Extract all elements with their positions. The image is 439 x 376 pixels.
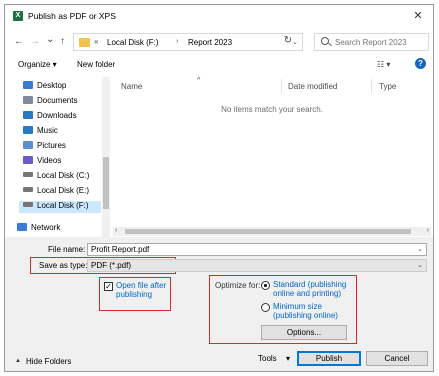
breadcrumb-separator[interactable]: › <box>176 38 178 45</box>
title-bar: X Publish as PDF or XPS ✕ <box>5 5 433 27</box>
sidebar-item-label: Local Disk (E:) <box>37 186 90 195</box>
search-box[interactable] <box>314 33 429 51</box>
scroll-left-icon[interactable]: ‹ <box>115 227 117 234</box>
sidebar-scroll-thumb[interactable] <box>103 157 109 209</box>
publish-dialog: X Publish as PDF or XPS ✕ ← → ⌄ ↑ « Loca… <box>4 4 434 372</box>
sidebar-item-local-disk-f[interactable]: Local Disk (F:) <box>19 201 101 213</box>
command-toolbar: Organize ▾ New folder ☷ ▾ ? <box>5 57 433 75</box>
search-icon <box>321 37 329 45</box>
standard-option-line1[interactable]: Standard (publishing <box>273 280 346 289</box>
sidebar-item-videos[interactable]: Videos <box>23 156 61 168</box>
refresh-icon[interactable]: ↻ <box>278 33 298 51</box>
open-after-publishing-label-line1[interactable]: Open file after <box>116 281 166 290</box>
sidebar-item-music[interactable]: Music <box>23 126 58 138</box>
search-input[interactable] <box>335 36 425 48</box>
drive-icon <box>23 187 33 192</box>
navigation-bar: ← → ⌄ ↑ « Local Disk (F:) › Report 2023 … <box>5 29 433 55</box>
sidebar-item-label: Pictures <box>37 141 66 150</box>
save-as-type-value: PDF (*.pdf) <box>91 261 132 270</box>
column-header-type[interactable]: Type <box>379 82 396 91</box>
breadcrumb-report-2023[interactable]: Report 2023 <box>188 38 232 47</box>
hide-folders-button[interactable]: Hide Folders <box>26 357 71 366</box>
documents-icon <box>23 96 33 104</box>
standard-radio[interactable] <box>261 281 270 290</box>
close-button[interactable]: ✕ <box>409 8 427 24</box>
new-folder-button[interactable]: New folder <box>77 60 115 69</box>
file-list-horizontal-scrollbar[interactable]: ‹ › <box>113 227 431 236</box>
drive-icon <box>23 172 33 177</box>
organize-button[interactable]: Organize ▾ <box>18 60 57 69</box>
address-bar[interactable]: « Local Disk (F:) › Report 2023 ⌄ <box>73 33 303 51</box>
sidebar-item-network[interactable]: Network <box>17 223 60 235</box>
minimum-size-option-line2[interactable]: (publishing online) <box>273 311 338 320</box>
breadcrumb-local-disk-f[interactable]: Local Disk (F:) <box>107 38 159 47</box>
file-name-label: File name: <box>48 245 86 254</box>
sidebar-scrollbar[interactable] <box>102 77 110 237</box>
sidebar-item-label: Downloads <box>37 111 77 120</box>
scroll-right-icon[interactable]: › <box>427 227 429 234</box>
horizontal-scroll-thumb[interactable] <box>125 229 411 234</box>
sidebar-item-label: Music <box>37 126 58 135</box>
breadcrumb-overflow[interactable]: « <box>94 37 98 46</box>
sidebar-item-label: Videos <box>37 156 62 165</box>
sidebar-item-documents[interactable]: Documents <box>23 96 77 108</box>
desktop-icon <box>23 81 33 89</box>
downloads-icon <box>23 111 33 119</box>
sidebar-item-desktop[interactable]: Desktop <box>23 81 66 93</box>
minimum-size-radio[interactable] <box>261 303 270 312</box>
empty-list-message: No items match your search. <box>221 105 323 114</box>
tools-menu[interactable]: Tools <box>258 354 277 363</box>
column-header-date-modified[interactable]: Date modified <box>288 82 337 91</box>
file-name-dropdown-icon[interactable]: ⌄ <box>417 245 423 253</box>
window-title: Publish as PDF or XPS <box>28 11 116 21</box>
column-header-name[interactable]: Name <box>121 82 142 91</box>
sidebar-item-label: Network <box>31 223 61 232</box>
back-arrow-icon[interactable]: ← <box>14 37 24 47</box>
tools-dropdown-icon[interactable]: ▾ <box>286 354 290 363</box>
sidebar-item-label: Local Disk (F:) <box>37 201 89 210</box>
save-as-type-select[interactable]: PDF (*.pdf) ⌄ <box>87 259 427 272</box>
music-icon <box>23 126 33 134</box>
open-after-publishing-checkbox[interactable]: ✓ <box>104 282 113 291</box>
standard-option-line2[interactable]: online and printing) <box>273 289 341 298</box>
sidebar-item-label: Local Disk (C:) <box>37 171 90 180</box>
sort-indicator-icon: ^ <box>197 77 201 84</box>
sidebar-item-downloads[interactable]: Downloads <box>23 111 77 123</box>
navigation-pane: Desktop Documents Downloads Music Pictur… <box>5 77 110 237</box>
file-list: Name ^ Date modified Type No items match… <box>113 77 431 237</box>
column-divider[interactable] <box>281 79 282 93</box>
publish-button[interactable]: Publish <box>297 351 361 366</box>
options-button[interactable]: Options... <box>261 325 347 340</box>
videos-icon <box>23 156 33 164</box>
sidebar-item-local-disk-e[interactable]: Local Disk (E:) <box>23 186 89 198</box>
folder-icon <box>79 38 90 47</box>
sidebar-item-label: Desktop <box>37 81 67 90</box>
excel-app-icon: X <box>13 11 23 21</box>
hide-folders-icon[interactable]: ▲ <box>15 358 21 364</box>
view-options-icon[interactable]: ☷ ▾ <box>377 60 390 69</box>
sidebar-item-pictures[interactable]: Pictures <box>23 141 66 153</box>
file-name-value[interactable]: Profit Report.pdf <box>91 245 149 254</box>
forward-arrow-icon[interactable]: → <box>30 37 40 47</box>
network-icon <box>17 223 27 231</box>
drive-icon <box>23 202 33 207</box>
open-after-publishing-label-line2[interactable]: publishing <box>116 290 152 299</box>
minimum-size-option-line1[interactable]: Minimum size <box>273 302 322 311</box>
optimize-for-label: Optimize for: <box>215 281 261 290</box>
sidebar-item-local-disk-c[interactable]: Local Disk (C:) <box>23 171 89 183</box>
recent-locations-icon[interactable]: ⌄ <box>46 35 54 45</box>
save-as-type-label: Save as type: <box>39 261 88 270</box>
cancel-button[interactable]: Cancel <box>366 351 428 366</box>
save-options-panel: File name: Profit Report.pdf ⌄ Save as t… <box>5 237 433 371</box>
up-arrow-icon[interactable]: ↑ <box>60 37 65 47</box>
help-icon[interactable]: ? <box>415 58 426 69</box>
pictures-icon <box>23 141 33 149</box>
column-divider[interactable] <box>371 79 372 93</box>
sidebar-item-label: Documents <box>37 96 78 105</box>
save-as-type-dropdown-icon[interactable]: ⌄ <box>417 261 423 269</box>
file-name-field[interactable]: Profit Report.pdf ⌄ <box>87 243 427 256</box>
